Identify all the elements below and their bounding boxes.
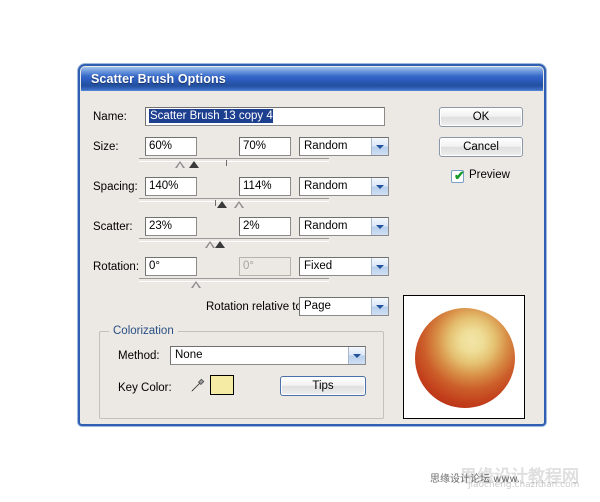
key-color-label: Key Color: [118, 382, 172, 394]
spacing-slider-tick [215, 200, 216, 206]
scatter-brush-options-dialog: Scatter Brush Options Name: Scatter Brus… [78, 64, 546, 426]
size-value-min-input[interactable]: 60% [145, 137, 197, 156]
watermark-sub-text: jiaocheng.chazidian.com [468, 480, 580, 490]
rotation-slider[interactable] [139, 278, 329, 290]
spacing-value-min-input[interactable]: 140% [145, 177, 197, 196]
checkmark-icon: ✔ [454, 168, 465, 183]
spacing-slider-thumb-min[interactable] [217, 201, 227, 208]
rotation-label: Rotation: [93, 261, 140, 273]
chevron-down-icon[interactable] [371, 138, 388, 155]
watermark-ghost-text: 思缘设计教程网 [460, 467, 579, 487]
scatter-mode-value: Random [304, 220, 348, 232]
dialog-titlebar[interactable]: Scatter Brush Options [81, 67, 543, 91]
rotation-relative-value: Page [304, 300, 331, 312]
rotation-mode-value: Fixed [304, 260, 333, 272]
size-slider-tick [226, 160, 227, 166]
name-input[interactable]: Scatter Brush 13 copy 4 [145, 107, 385, 126]
size-mode-value: Random [304, 140, 348, 152]
rotation-slider-thumb[interactable] [191, 281, 201, 288]
eyedropper-icon[interactable] [188, 377, 206, 395]
rotation-value-max-input: 0° [239, 257, 291, 276]
preview-checkbox[interactable]: ✔ [451, 168, 465, 183]
colorization-group: Colorization Method: None Key Color: Tip… [99, 325, 384, 419]
size-slider-thumb-max[interactable] [189, 161, 199, 168]
chevron-down-icon[interactable] [371, 258, 388, 275]
spacing-value-max-input[interactable]: 114% [239, 177, 291, 196]
size-label: Size: [93, 141, 119, 153]
colorization-group-title: Colorization [109, 325, 178, 337]
scatter-slider-track [139, 238, 329, 242]
chevron-down-icon[interactable] [371, 178, 388, 195]
rotation-slider-track [139, 278, 329, 282]
size-slider-track [139, 158, 329, 162]
scatter-label: Scatter: [93, 221, 133, 233]
scatter-value-min-input[interactable]: 23% [145, 217, 197, 236]
size-slider[interactable] [139, 158, 329, 170]
spacing-label: Spacing: [93, 181, 138, 193]
spacing-mode-value: Random [304, 180, 348, 192]
ok-button[interactable]: OK [439, 107, 523, 127]
method-label: Method: [118, 350, 160, 362]
size-slider-thumb-min[interactable] [175, 161, 185, 168]
rotation-mode-dropdown[interactable]: Fixed [299, 257, 389, 276]
watermark-main-text: 思缘设计论坛 www. [430, 474, 520, 485]
rotation-value-min-input[interactable]: 0° [145, 257, 197, 276]
scatter-slider[interactable] [139, 238, 329, 250]
tips-button[interactable]: Tips [280, 376, 366, 396]
scatter-value-max-input[interactable]: 2% [239, 217, 291, 236]
spacing-slider-thumb-max[interactable] [234, 201, 244, 208]
dialog-title: Scatter Brush Options [91, 72, 226, 86]
size-mode-dropdown[interactable]: Random [299, 137, 389, 156]
spacing-mode-dropdown[interactable]: Random [299, 177, 389, 196]
dialog-body: Name: Scatter Brush 13 copy 4 Size: 60% … [81, 91, 543, 423]
brush-preview-panel [403, 295, 525, 419]
name-input-value: Scatter Brush 13 copy 4 [149, 109, 273, 123]
rotation-relative-dropdown[interactable]: Page [299, 297, 389, 316]
scatter-slider-thumb-max[interactable] [215, 241, 225, 248]
sphere-preview-graphic [415, 308, 515, 408]
preview-label: Preview [469, 169, 510, 181]
name-label: Name: [93, 111, 127, 123]
chevron-down-icon[interactable] [348, 347, 365, 364]
size-value-max-input[interactable]: 70% [239, 137, 291, 156]
rotation-relative-label: Rotation relative to: [206, 301, 306, 313]
scatter-mode-dropdown[interactable]: Random [299, 217, 389, 236]
watermark: 思缘设计教程网 思缘设计论坛 www. jiaocheng.chazidian.… [430, 466, 590, 496]
spacing-slider[interactable] [139, 198, 329, 210]
key-color-swatch[interactable] [210, 375, 234, 395]
chevron-down-icon[interactable] [371, 298, 388, 315]
cancel-button[interactable]: Cancel [439, 137, 523, 157]
method-value: None [175, 349, 203, 361]
method-dropdown[interactable]: None [170, 346, 366, 365]
chevron-down-icon[interactable] [371, 218, 388, 235]
scatter-slider-thumb-min[interactable] [205, 241, 215, 248]
